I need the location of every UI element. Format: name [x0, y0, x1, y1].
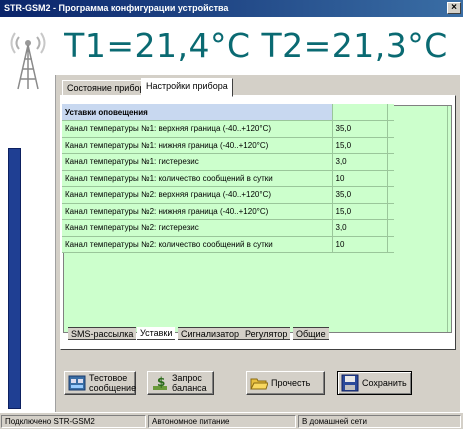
test-message-button[interactable]: Тестовое сообщение — [64, 371, 136, 395]
grid-cell — [387, 153, 394, 171]
row-label: Канал температуры №1: гистерезис — [62, 153, 333, 171]
save-label: Сохранить — [362, 378, 407, 388]
row-value[interactable]: 15,0 — [332, 137, 388, 154]
row-value[interactable]: 3,0 — [332, 153, 388, 171]
tab-regulator[interactable]: Регулятор — [242, 327, 291, 340]
tab-alarm[interactable]: Сигнализатор — [178, 327, 243, 340]
settings-grid: Уставки оповещения Канал температуры №1:… — [62, 104, 394, 253]
row-value[interactable]: 3,0 — [332, 219, 388, 237]
open-folder-icon — [250, 378, 268, 390]
grid-cell — [387, 104, 394, 121]
table-row[interactable]: Канал температуры №1: нижняя граница (-4… — [62, 137, 394, 154]
table-row[interactable]: Канал температуры №2: гистерезис 3,0 — [62, 219, 394, 237]
status-connection: Подключено STR-GSM2 — [1, 415, 146, 428]
antenna-icon — [10, 32, 46, 90]
table-row[interactable]: Канал температуры №1: гистерезис 3,0 — [62, 153, 394, 171]
balance-request-button[interactable]: $ Запрос баланса — [147, 371, 214, 395]
row-value[interactable]: 15,0 — [332, 203, 388, 220]
temperature-display: T1=21,4°C T2=21,3°C — [64, 26, 448, 65]
tab-device-settings[interactable]: Настройки прибора — [141, 78, 233, 97]
grid-cell — [387, 236, 394, 253]
row-label: Канал температуры №2: нижняя граница (-4… — [62, 203, 333, 220]
grid-header-label: Уставки оповещения — [62, 104, 333, 121]
grid-cell — [387, 219, 394, 237]
row-value[interactable]: 35,0 — [332, 120, 388, 138]
row-label: Канал температуры №1: количество сообщен… — [62, 170, 333, 187]
grid-cell — [387, 170, 394, 187]
table-row[interactable]: Канал температуры №2: нижняя граница (-4… — [62, 203, 394, 220]
grid-cell — [332, 104, 388, 121]
status-power: Автономное питание — [148, 415, 296, 428]
tab-sms[interactable]: SMS-рассылка — [68, 327, 137, 340]
tab-general[interactable]: Общие — [293, 327, 329, 340]
grid-cell — [387, 137, 394, 154]
row-label: Канал температуры №2: количество сообщен… — [62, 236, 333, 253]
status-network: В домашней сети — [298, 415, 461, 428]
grid-cell — [387, 120, 394, 138]
read-button[interactable]: Прочесть — [246, 371, 325, 395]
money-icon: $ — [153, 375, 167, 390]
close-button[interactable]: × — [447, 2, 461, 14]
read-label: Прочесть — [271, 378, 311, 388]
row-label: Канал температуры №2: гистерезис — [62, 219, 333, 237]
status-bar: Подключено STR-GSM2 Автономное питание В… — [0, 412, 463, 429]
table-row[interactable]: Канал температуры №1: верхняя граница (-… — [62, 120, 394, 138]
save-button[interactable]: Сохранить — [337, 371, 412, 395]
table-row[interactable]: Канал температуры №1: количество сообщен… — [62, 170, 394, 187]
test-message-label: Тестовое сообщение — [89, 373, 137, 393]
row-value[interactable]: 35,0 — [332, 186, 388, 204]
floppy-disk-icon — [341, 374, 359, 392]
tab-setpoints[interactable]: Уставки — [137, 327, 176, 340]
balance-request-label: Запрос баланса — [172, 373, 207, 393]
row-label: Канал температуры №2: верхняя граница (-… — [62, 186, 333, 204]
row-label: Канал температуры №1: верхняя граница (-… — [62, 120, 333, 138]
row-value[interactable]: 10 — [332, 236, 388, 253]
settings-grid-right — [397, 105, 452, 333]
grid-header-row: Уставки оповещения — [62, 104, 394, 121]
table-row[interactable]: Канал температуры №2: количество сообщен… — [62, 236, 394, 253]
title-bar: STR-GSM2 - Программа конфигурации устрой… — [0, 0, 463, 17]
row-value[interactable]: 10 — [332, 170, 388, 187]
svg-text:$: $ — [157, 375, 165, 389]
side-bar — [8, 148, 21, 409]
window-title: STR-GSM2 - Программа конфигурации устрой… — [4, 3, 229, 13]
message-icon — [68, 375, 86, 391]
grid-cell — [387, 186, 394, 204]
left-panel — [0, 17, 55, 412]
table-row[interactable]: Канал температуры №2: верхняя граница (-… — [62, 186, 394, 204]
grid-cell — [387, 203, 394, 220]
row-label: Канал температуры №1: нижняя граница (-4… — [62, 137, 333, 154]
